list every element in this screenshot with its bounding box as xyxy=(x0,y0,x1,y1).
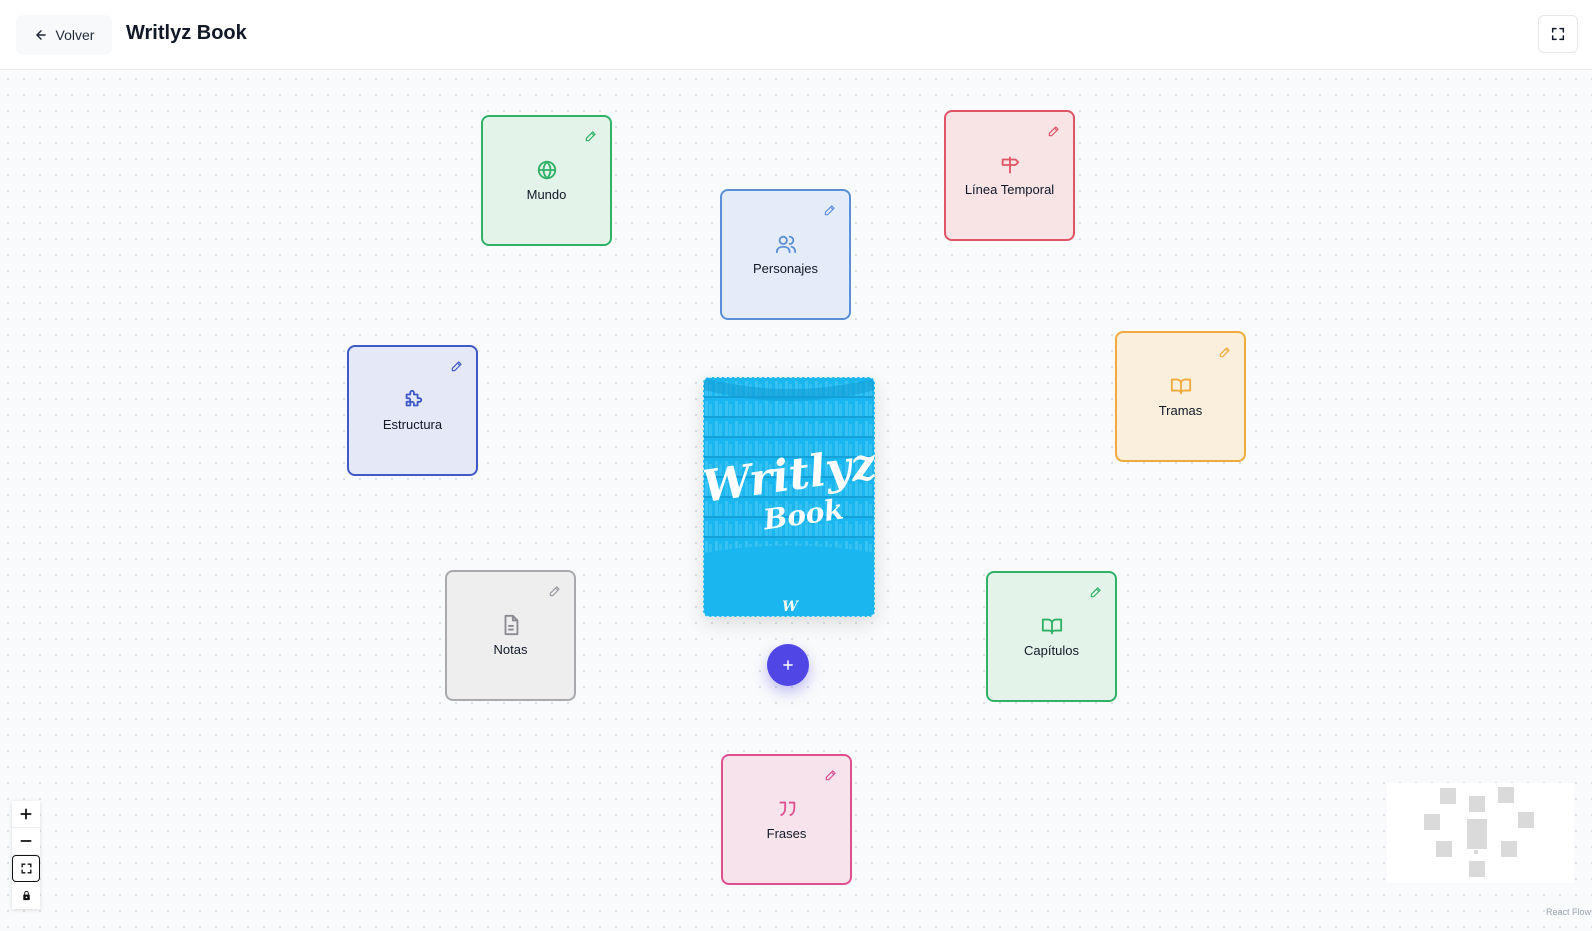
minimap-node xyxy=(1469,861,1485,877)
minus-icon xyxy=(20,840,32,842)
pencil-icon[interactable] xyxy=(823,203,837,217)
node-label: Mundo xyxy=(526,187,567,202)
node-label: Frases xyxy=(766,826,807,841)
top-bar: Volver Writlyz Book xyxy=(0,0,1592,70)
fit-view-button[interactable] xyxy=(12,855,40,882)
users-icon xyxy=(775,235,796,254)
minimap-node xyxy=(1501,841,1517,857)
minimap-node xyxy=(1467,819,1487,849)
node-personajes[interactable]: Personajes xyxy=(720,189,851,320)
pencil-icon[interactable] xyxy=(548,584,562,598)
zoom-out-button[interactable] xyxy=(12,828,40,855)
minimap-node xyxy=(1424,814,1440,830)
minimap-node xyxy=(1436,841,1452,857)
node-capitulos[interactable]: Capítulos xyxy=(986,571,1117,702)
flow-controls xyxy=(12,801,40,909)
minimap-node xyxy=(1498,787,1514,803)
plus-icon xyxy=(783,660,793,670)
minimap[interactable] xyxy=(1387,783,1574,883)
arrow-left-icon xyxy=(35,30,46,40)
page-title: Writlyz Book xyxy=(126,22,247,44)
node-frases[interactable]: Frases xyxy=(721,754,852,885)
minimap-node xyxy=(1474,850,1478,854)
book-open-icon xyxy=(1041,618,1062,635)
cover-monogram: W xyxy=(782,599,799,615)
pencil-icon[interactable] xyxy=(1089,585,1103,599)
node-estructura[interactable]: Estructura xyxy=(347,345,478,476)
pencil-icon[interactable] xyxy=(824,768,838,782)
lock-icon xyxy=(22,890,30,901)
node-notas[interactable]: Notas xyxy=(445,570,576,701)
pencil-icon[interactable] xyxy=(1047,124,1061,138)
back-button-label: Volver xyxy=(55,27,95,43)
puzzle-icon xyxy=(405,389,422,407)
node-label: Estructura xyxy=(382,417,443,432)
globe-icon xyxy=(537,160,556,180)
file-icon xyxy=(504,614,518,636)
pencil-icon[interactable] xyxy=(450,359,464,373)
pencil-icon[interactable] xyxy=(584,129,598,143)
minimap-node xyxy=(1440,788,1456,804)
minimap-node xyxy=(1518,812,1534,828)
fullscreen-button[interactable] xyxy=(1538,15,1578,53)
lock-button[interactable] xyxy=(12,882,40,909)
node-label: Notas xyxy=(493,642,528,657)
quote-icon xyxy=(779,801,795,817)
node-label: Línea Temporal xyxy=(964,182,1055,197)
node-tramas[interactable]: Tramas xyxy=(1115,331,1246,462)
fit-view-icon xyxy=(20,863,32,874)
node-label: Capítulos xyxy=(1024,643,1079,658)
book-cover[interactable]: Writlyz Book W xyxy=(703,377,875,617)
flow-canvas[interactable]: Mundo Personajes Línea Temporal Estructu… xyxy=(0,71,1592,931)
node-linea-temporal[interactable]: Línea Temporal xyxy=(944,110,1075,241)
signpost-icon xyxy=(1001,156,1019,174)
pencil-icon[interactable] xyxy=(1218,345,1232,359)
node-label: Tramas xyxy=(1158,403,1203,418)
back-button[interactable]: Volver xyxy=(16,15,112,55)
react-flow-attribution[interactable]: React Flow xyxy=(1546,907,1591,917)
book-open-icon xyxy=(1170,378,1191,395)
node-label: Personajes xyxy=(752,261,819,276)
book-cover-image: Writlyz Book W xyxy=(704,378,874,616)
add-node-button[interactable] xyxy=(767,644,809,686)
minimap-node xyxy=(1469,796,1485,812)
zoom-in-button[interactable] xyxy=(12,801,40,828)
node-mundo[interactable]: Mundo xyxy=(481,115,612,246)
maximize-icon xyxy=(1551,27,1565,41)
plus-icon xyxy=(20,808,32,820)
